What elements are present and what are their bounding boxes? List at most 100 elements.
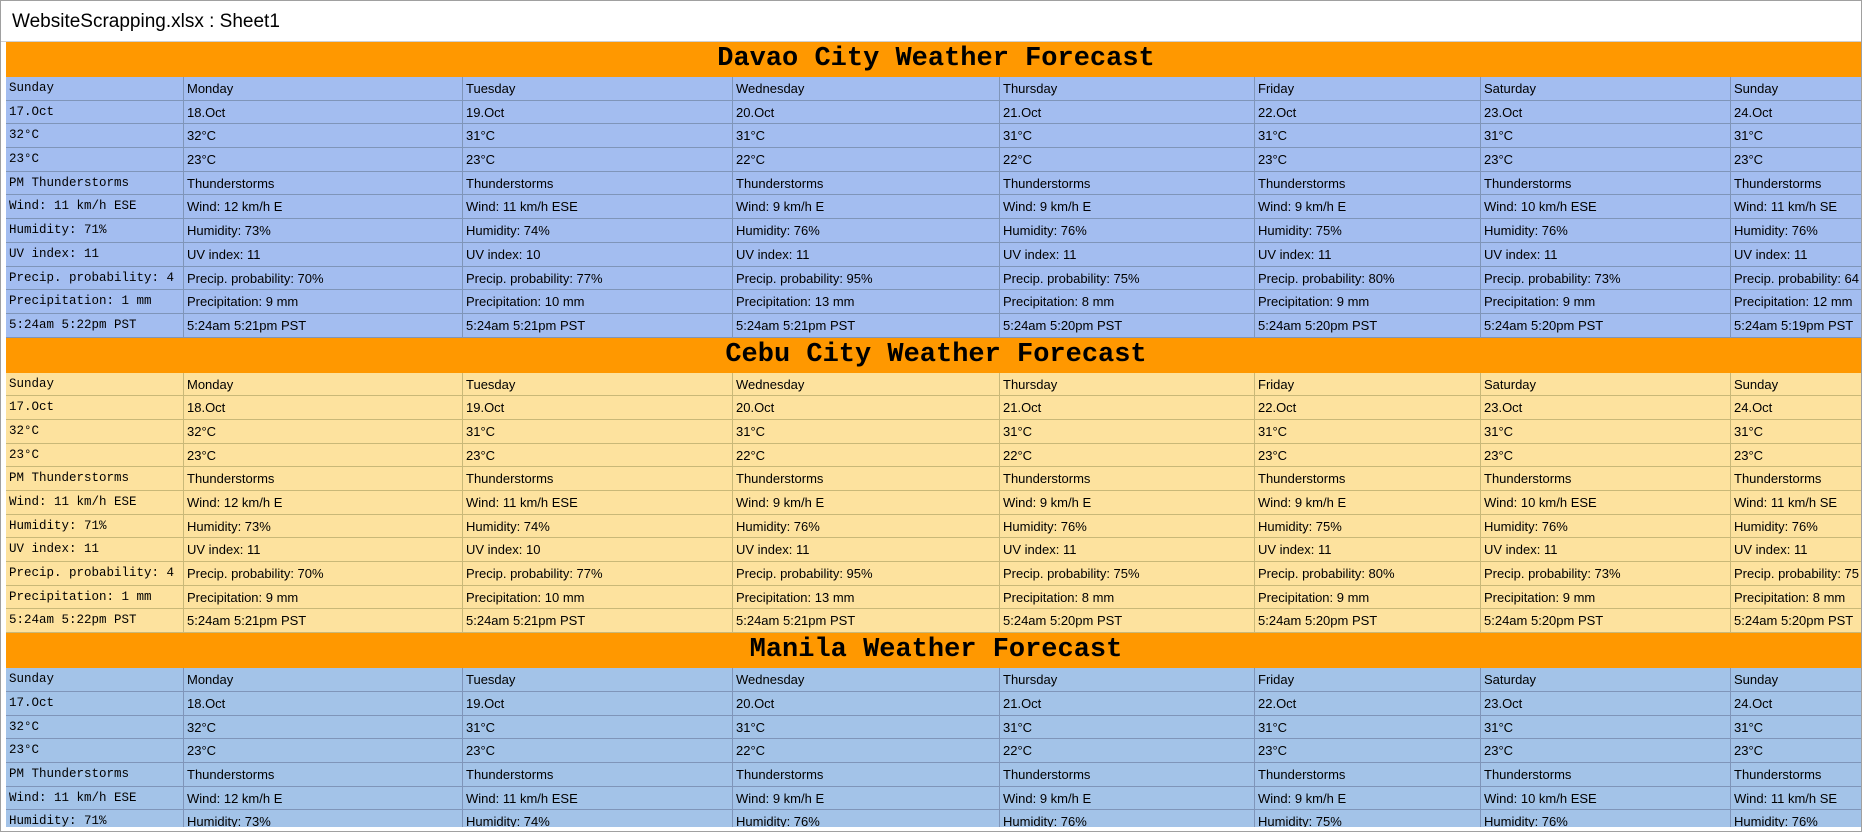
- table-cell[interactable]: 20.Oct: [733, 691, 1000, 716]
- table-cell[interactable]: Thunderstorms: [1000, 171, 1255, 196]
- table-cell[interactable]: PM Thunderstorms: [6, 171, 184, 196]
- table-cell[interactable]: 5:24am 5:20pm PST: [1255, 609, 1481, 634]
- table-cell[interactable]: Humidity: 76%: [733, 514, 1000, 539]
- table-cell[interactable]: UV index: 10: [463, 538, 733, 563]
- table-cell[interactable]: Precipitation: 9 mm: [184, 290, 463, 314]
- table-cell[interactable]: Thursday: [1000, 77, 1255, 101]
- table-cell[interactable]: Thunderstorms: [184, 762, 463, 787]
- table-cell[interactable]: Wednesday: [733, 372, 1000, 397]
- table-cell[interactable]: Thunderstorms: [1255, 762, 1481, 787]
- table-cell[interactable]: Wind: 11 km/h ESE: [6, 491, 184, 515]
- table-cell[interactable]: Thunderstorms: [463, 467, 733, 491]
- table-cell[interactable]: Saturday: [1481, 77, 1731, 101]
- table-cell[interactable]: Precipitation: 10 mm: [463, 290, 733, 314]
- table-cell[interactable]: Thunderstorms: [1731, 762, 1861, 787]
- table-cell[interactable]: Tuesday: [463, 668, 733, 692]
- table-cell[interactable]: 23°C: [463, 443, 733, 468]
- table-cell[interactable]: 23°C: [184, 739, 463, 763]
- table-cell[interactable]: 20.Oct: [733, 100, 1000, 125]
- table-cell[interactable]: Precipitation: 9 mm: [1255, 290, 1481, 314]
- table-cell[interactable]: Humidity: 73%: [184, 514, 463, 539]
- table-cell[interactable]: Precipitation: 13 mm: [733, 290, 1000, 314]
- table-cell[interactable]: Wind: 11 km/h ESE: [6, 195, 184, 220]
- table-cell[interactable]: 31°C: [1731, 715, 1861, 740]
- table-cell[interactable]: 18.Oct: [184, 396, 463, 420]
- table-cell[interactable]: Sunday: [1731, 77, 1861, 101]
- table-cell[interactable]: Thursday: [1000, 668, 1255, 692]
- table-cell[interactable]: Wind: 10 km/h ESE: [1481, 786, 1731, 811]
- table-cell[interactable]: 22°C: [1000, 739, 1255, 763]
- table-cell[interactable]: UV index: 11: [733, 538, 1000, 563]
- table-cell[interactable]: 32°C: [6, 419, 184, 444]
- table-cell[interactable]: 5:24am 5:19pm PST: [1731, 313, 1861, 338]
- table-cell[interactable]: Wind: 9 km/h E: [1255, 491, 1481, 515]
- table-cell[interactable]: 23°C: [463, 148, 733, 172]
- table-cell[interactable]: 31°C: [1255, 419, 1481, 444]
- table-cell[interactable]: 31°C: [1000, 124, 1255, 149]
- table-cell[interactable]: Wind: 9 km/h E: [733, 195, 1000, 220]
- table-cell[interactable]: Wind: 12 km/h E: [184, 195, 463, 220]
- table-cell[interactable]: Wind: 9 km/h E: [733, 491, 1000, 515]
- table-cell[interactable]: 23°C: [184, 148, 463, 172]
- table-cell[interactable]: 22°C: [733, 739, 1000, 763]
- table-cell[interactable]: Wind: 9 km/h E: [1255, 786, 1481, 811]
- table-cell[interactable]: 31°C: [733, 124, 1000, 149]
- table-cell[interactable]: 21.Oct: [1000, 691, 1255, 716]
- table-cell[interactable]: 22.Oct: [1255, 100, 1481, 125]
- table-cell[interactable]: UV index: 11: [1255, 538, 1481, 563]
- table-cell[interactable]: Thunderstorms: [1000, 467, 1255, 491]
- table-cell[interactable]: Thunderstorms: [1481, 467, 1731, 491]
- table-cell[interactable]: Humidity: 76%: [1481, 219, 1731, 243]
- table-cell[interactable]: Precip. probability: 77%: [463, 562, 733, 586]
- sheet-area[interactable]: Davao City Weather Forecast Sunday Monday…: [6, 42, 1861, 827]
- table-cell[interactable]: PM Thunderstorms: [6, 467, 184, 491]
- table-cell[interactable]: 22°C: [1000, 148, 1255, 172]
- table-cell[interactable]: Wind: 9 km/h E: [1000, 491, 1255, 515]
- table-cell[interactable]: Thunderstorms: [1481, 171, 1731, 196]
- table-cell[interactable]: UV index: 11: [6, 242, 184, 267]
- table-cell[interactable]: 17.Oct: [6, 691, 184, 716]
- table-cell[interactable]: Wind: 11 km/h SE: [1731, 491, 1861, 515]
- table-cell[interactable]: Friday: [1255, 77, 1481, 101]
- table-cell[interactable]: Humidity: 74%: [463, 219, 733, 243]
- table-cell[interactable]: Wind: 11 km/h ESE: [463, 786, 733, 811]
- table-cell[interactable]: Wind: 11 km/h ESE: [463, 195, 733, 220]
- table-cell[interactable]: UV index: 11: [184, 538, 463, 563]
- table-cell[interactable]: 23.Oct: [1481, 100, 1731, 125]
- table-cell[interactable]: 32°C: [6, 715, 184, 740]
- table-cell[interactable]: Thunderstorms: [1481, 762, 1731, 787]
- table-cell[interactable]: Thunderstorms: [1000, 762, 1255, 787]
- table-cell[interactable]: Precip. probability: 4: [6, 562, 184, 586]
- table-cell[interactable]: Precip. probability: 80%: [1255, 266, 1481, 291]
- table-cell[interactable]: Precipitation: 8 mm: [1000, 290, 1255, 314]
- table-cell[interactable]: Wind: 10 km/h ESE: [1481, 195, 1731, 220]
- table-cell[interactable]: 23°C: [6, 739, 184, 763]
- table-cell[interactable]: Sunday: [6, 372, 184, 397]
- table-cell[interactable]: Wind: 9 km/h E: [1000, 195, 1255, 220]
- table-cell[interactable]: Humidity: 76%: [1000, 810, 1255, 827]
- table-cell[interactable]: 23°C: [6, 443, 184, 468]
- table-cell[interactable]: Saturday: [1481, 668, 1731, 692]
- table-cell[interactable]: Precipitation: 8 mm: [1731, 585, 1861, 610]
- table-cell[interactable]: Precip. probability: 4: [6, 266, 184, 291]
- table-cell[interactable]: 23°C: [1255, 739, 1481, 763]
- table-cell[interactable]: 31°C: [1000, 419, 1255, 444]
- table-cell[interactable]: Precip. probability: 73%: [1481, 266, 1731, 291]
- table-cell[interactable]: Sunday: [6, 77, 184, 101]
- table-cell[interactable]: Precipitation: 9 mm: [1255, 585, 1481, 610]
- table-cell[interactable]: 21.Oct: [1000, 396, 1255, 420]
- table-cell[interactable]: 32°C: [6, 124, 184, 149]
- table-cell[interactable]: Humidity: 71%: [6, 219, 184, 243]
- table-cell[interactable]: Thursday: [1000, 372, 1255, 397]
- table-cell[interactable]: Humidity: 76%: [733, 219, 1000, 243]
- table-cell[interactable]: Precip. probability: 95%: [733, 562, 1000, 586]
- table-cell[interactable]: Thunderstorms: [733, 467, 1000, 491]
- table-cell[interactable]: 18.Oct: [184, 100, 463, 125]
- table-cell[interactable]: Humidity: 76%: [1481, 514, 1731, 539]
- table-cell[interactable]: Precipitation: 8 mm: [1000, 585, 1255, 610]
- table-cell[interactable]: Thunderstorms: [184, 467, 463, 491]
- table-cell[interactable]: 22°C: [733, 443, 1000, 468]
- table-cell[interactable]: Humidity: 76%: [1481, 810, 1731, 827]
- table-cell[interactable]: Thunderstorms: [1255, 467, 1481, 491]
- table-cell[interactable]: 5:24am 5:20pm PST: [1731, 609, 1861, 634]
